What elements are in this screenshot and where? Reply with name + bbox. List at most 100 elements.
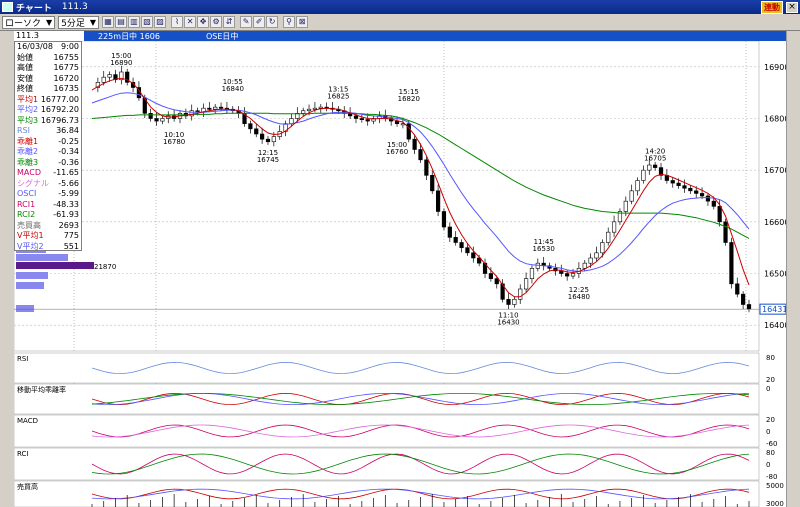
info-datetime: 16/03/08 9:00	[15, 42, 81, 53]
annotation-price: 16825	[327, 93, 349, 101]
main-panel-frame	[14, 41, 760, 352]
subchart-tick: -60	[766, 440, 777, 448]
bar-chart-icon[interactable]: ▥	[128, 16, 141, 28]
candle-body	[265, 138, 271, 143]
grid-icon[interactable]: ▦	[102, 16, 115, 28]
candle-body	[160, 118, 165, 122]
close-button[interactable]: ×	[786, 1, 798, 13]
annotation-price: 16820	[398, 95, 420, 103]
candle-body	[723, 221, 728, 243]
info-row: 安値 16720	[15, 74, 81, 85]
subchart-tick: 3000	[766, 500, 784, 507]
info-value: 16777.00	[40, 94, 79, 104]
subchart-title: RSI	[17, 355, 28, 363]
window-title: チャート	[16, 3, 52, 14]
link-button[interactable]: 連動	[761, 0, 783, 14]
brush-icon[interactable]: ✐	[253, 16, 266, 28]
zoom-icon[interactable]: ⚲	[283, 16, 296, 28]
candle-body	[430, 175, 435, 192]
display-icon[interactable]: ▨	[154, 16, 167, 28]
candle-body	[213, 106, 218, 110]
info-row: 平均3 16796.73	[15, 116, 81, 127]
layout-icon[interactable]: ▤	[115, 16, 128, 28]
info-row: MACD -11.65	[15, 168, 81, 179]
info-row: 終値 16735	[15, 84, 81, 95]
info-value: 16796.73	[40, 115, 79, 125]
candle-body	[717, 206, 722, 223]
line-chart-icon[interactable]: ⌇	[171, 16, 184, 28]
subchart-tick: 80	[766, 449, 775, 457]
move-icon[interactable]: ✥	[197, 16, 210, 28]
cross-icon[interactable]: ✕	[184, 16, 197, 28]
y-tick-label: 16800	[764, 115, 786, 124]
last-price-label: 16431	[762, 305, 786, 314]
candle-body	[359, 118, 364, 121]
candle-body	[529, 268, 535, 279]
refresh-icon[interactable]: ↻	[266, 16, 279, 28]
info-label: V平均1	[17, 231, 44, 240]
subchart-title: MACD	[17, 417, 38, 425]
candle-body	[588, 257, 593, 264]
volume-profile-bar	[16, 305, 34, 312]
candle-body	[570, 273, 576, 277]
candle-body	[705, 195, 711, 202]
subchart-frame	[14, 414, 760, 448]
info-label: 乖離3	[17, 157, 39, 167]
info-value: -0.36	[58, 157, 79, 167]
info-row: 平均2 16792.20	[15, 105, 81, 116]
candle-body	[418, 149, 423, 161]
info-row: RSI 36.84	[15, 126, 81, 137]
candle-body	[611, 221, 617, 233]
annotation-price: 16780	[163, 138, 185, 146]
info-value: 775	[63, 231, 79, 240]
code-input[interactable]: 111.3	[14, 31, 84, 41]
candle-body	[101, 76, 106, 83]
info-row: 乖離2 -0.34	[15, 147, 81, 158]
info-value: 551	[63, 241, 79, 251]
chart-type-select[interactable]: ローソク ▼	[2, 15, 56, 29]
info-label: 安値	[17, 73, 33, 83]
candle-body	[729, 242, 734, 285]
chart-window: チャート 111.3 連動 × ローソク ▼ 5分足 ▼ ▦ ▤ ▥ ▧ ▨ ⌇ ✕…	[0, 0, 800, 507]
chart-canvas[interactable]: 1640016500166001670016800169002187015:00…	[14, 41, 786, 507]
info-time: 9:00	[61, 42, 79, 51]
info-row: 高値 16775	[15, 63, 81, 74]
interval-select[interactable]: 5分足 ▼	[58, 15, 100, 29]
subchart-tick: 0	[766, 428, 770, 436]
candle-body	[218, 106, 224, 109]
clear-icon[interactable]: ⊠	[296, 16, 309, 28]
toolbar: ローソク ▼ 5分足 ▼ ▦ ▤ ▥ ▧ ▨ ⌇ ✕ ✥ ⚙ ⇵ ✎ ✐ ↻ ⚲ ⊠	[0, 14, 800, 31]
info-label: 始値	[17, 52, 33, 62]
info-value: -0.34	[58, 147, 79, 156]
annotation-price: 16760	[386, 148, 408, 156]
chevron-down-icon: ▼	[89, 17, 97, 27]
chevron-down-icon: ▼	[46, 17, 53, 27]
candle-body	[641, 169, 646, 181]
info-row: 始値 16755	[15, 53, 81, 64]
info-row: OSCI -5.99	[15, 189, 81, 200]
subchart-tick: 80	[766, 354, 775, 362]
candle-body	[518, 288, 523, 300]
info-value: 16775	[53, 63, 79, 72]
info-row: 平均1 16777.00	[15, 95, 81, 106]
filter-icon[interactable]: ⇵	[223, 16, 236, 28]
subchart-frame	[14, 383, 760, 415]
annotation-price: 16705	[644, 155, 666, 163]
subchart-title: 移動平均乖離率	[17, 385, 66, 394]
info-value: 16792.20	[40, 105, 79, 114]
annotation-price: 16840	[222, 85, 244, 93]
info-label: 平均1	[17, 94, 39, 104]
y-tick-label: 16400	[764, 321, 786, 330]
instrument-label-2: OSE日中	[205, 31, 239, 41]
candle-body	[435, 190, 441, 212]
candle-body	[523, 278, 529, 290]
candle-body	[312, 107, 318, 110]
vertical-scrollbar[interactable]	[786, 31, 800, 507]
info-value: 36.84	[56, 126, 79, 135]
subchart-title: 売買高	[17, 482, 38, 491]
pen-icon[interactable]: ✎	[240, 16, 253, 28]
volume-profile-bar	[16, 254, 68, 261]
info-label: 乖離2	[17, 147, 39, 156]
gear-icon[interactable]: ⚙	[210, 16, 223, 28]
candle-icon[interactable]: ▧	[141, 16, 154, 28]
